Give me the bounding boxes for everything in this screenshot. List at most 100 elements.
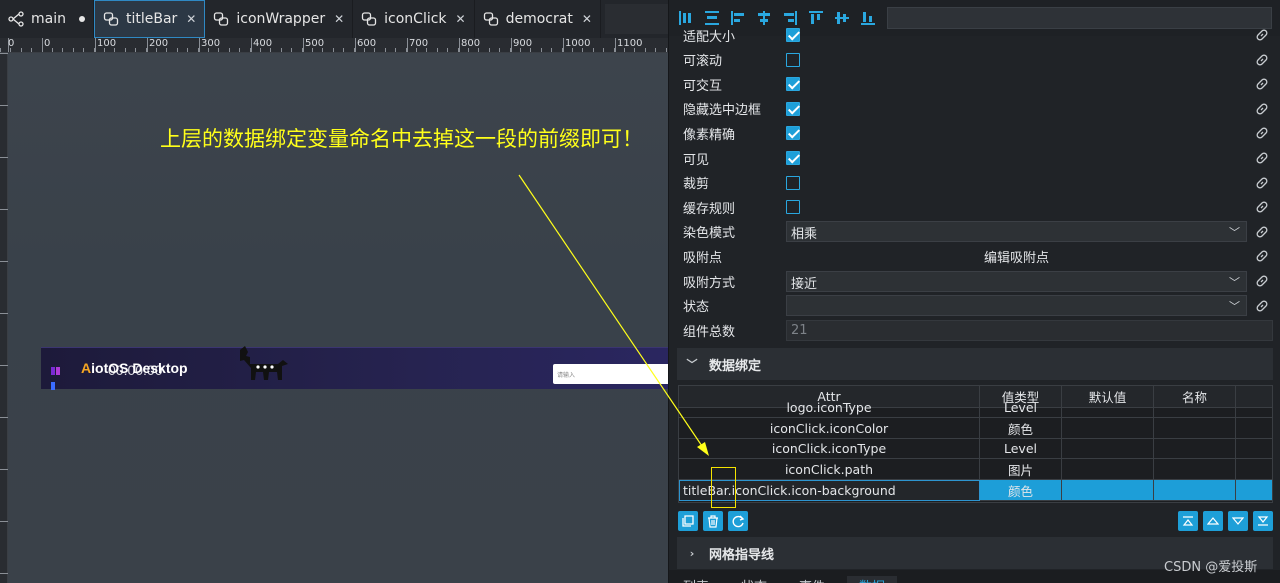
- cell-default[interactable]: [1062, 479, 1154, 501]
- link-icon[interactable]: [1255, 176, 1269, 190]
- tab-label: iconWrapper: [236, 11, 326, 27]
- ruler-tick: [0, 157, 8, 158]
- tab-main[interactable]: main: [0, 0, 94, 38]
- link-icon[interactable]: [1255, 28, 1269, 42]
- cell-default[interactable]: [1062, 397, 1154, 418]
- property-checkbox[interactable]: [786, 200, 800, 215]
- move-top-icon[interactable]: [1178, 511, 1198, 531]
- link-icon[interactable]: [1255, 299, 1269, 313]
- cell-default[interactable]: [1062, 438, 1154, 460]
- link-icon[interactable]: [1255, 225, 1269, 239]
- cell-default[interactable]: [1062, 417, 1154, 439]
- property-checkbox[interactable]: [786, 175, 800, 190]
- cell-value-type[interactable]: Level: [980, 397, 1062, 418]
- cell-name[interactable]: [1154, 417, 1236, 439]
- select-value: 接近: [791, 276, 818, 292]
- tab-label: titleBar: [125, 11, 178, 27]
- table-row[interactable]: titleBar.iconClick.icon-background 颜色: [679, 479, 1272, 501]
- move-down-icon[interactable]: [1228, 511, 1248, 531]
- tab-iconwrapper[interactable]: iconWrapper ✕: [205, 0, 354, 38]
- tab-bar-empty-area: [604, 4, 668, 34]
- property-select[interactable]: ﹀: [786, 295, 1247, 317]
- link-icon[interactable]: [1255, 151, 1269, 165]
- property-checkbox[interactable]: [786, 151, 800, 165]
- cell-default[interactable]: [1062, 459, 1154, 481]
- table-row[interactable]: iconClick.path 图片: [679, 459, 1272, 481]
- cell-value-type[interactable]: 图片: [980, 459, 1062, 481]
- data-binding-section-header[interactable]: ﹀ 数据绑定: [677, 348, 1273, 380]
- close-icon[interactable]: ✕: [334, 12, 344, 26]
- tab-status[interactable]: 状态: [741, 576, 767, 583]
- ruler-tick: [0, 261, 8, 262]
- move-bottom-icon[interactable]: [1253, 511, 1273, 531]
- property-checkbox[interactable]: [786, 101, 800, 116]
- tab-titlebar[interactable]: titleBar ✕: [93, 0, 206, 38]
- property-checkbox[interactable]: [786, 126, 800, 141]
- link-icon[interactable]: [1255, 53, 1269, 67]
- cell-attr[interactable]: iconClick.iconType: [679, 438, 980, 460]
- property-checkbox[interactable]: [786, 28, 800, 42]
- property-label: 状态: [683, 300, 710, 316]
- tab-data[interactable]: 数据: [847, 576, 898, 583]
- editor-canvas[interactable]: 上层的数据绑定变量命名中去掉这一段的前缀即可！ AiotOS Desktop 0…: [8, 53, 668, 583]
- cell-attr[interactable]: logo.iconType: [679, 397, 980, 418]
- cell-name[interactable]: [1154, 438, 1236, 460]
- property-row: 状态 ﹀: [669, 294, 1280, 318]
- trash-icon[interactable]: [703, 511, 723, 531]
- highlight-box: [711, 467, 736, 508]
- close-icon[interactable]: ✕: [582, 12, 592, 26]
- data-binding-table: Attr 值类型 默认值 名称 logo.iconType Level iconCl…: [678, 385, 1273, 503]
- link-icon[interactable]: [1255, 200, 1269, 214]
- cell-name[interactable]: [1154, 397, 1236, 418]
- link-icon[interactable]: [1255, 102, 1269, 116]
- horizontal-ruler[interactable]: 0 0 100 200 300 400 500 600 700 800 900 1000 1100: [0, 38, 668, 53]
- chevron-down-icon: ﹀: [1229, 226, 1240, 240]
- close-icon[interactable]: ✕: [186, 12, 196, 26]
- ruler-label: 200: [149, 38, 169, 49]
- chevron-down-icon: ﹀: [686, 358, 698, 371]
- link-icon[interactable]: [1255, 274, 1269, 288]
- properties-panel: 适配大小 可滚动 可交互 隐藏选中边框 像素精确 可见 裁剪 缓存规则 染色模式 相乘 ﹀ 吸附点 编辑…: [668, 0, 1280, 583]
- property-checkbox[interactable]: [786, 52, 800, 67]
- ruler-tick: [0, 209, 8, 210]
- component-icon: [103, 12, 119, 26]
- preview-search-input[interactable]: 请输入: [553, 364, 668, 384]
- tab-list[interactable]: 列表: [683, 576, 709, 583]
- tab-events[interactable]: 事件: [799, 576, 825, 583]
- property-label: 隐藏选中边框: [683, 103, 762, 119]
- cell-name[interactable]: [1154, 459, 1236, 481]
- preview-title-prefix: A: [81, 360, 92, 376]
- cell-name[interactable]: [1154, 479, 1236, 501]
- close-icon[interactable]: ✕: [456, 12, 466, 26]
- property-select[interactable]: 接近 ﹀: [786, 270, 1247, 292]
- property-row: 可见: [669, 146, 1280, 170]
- add-binding-button[interactable]: [678, 511, 698, 531]
- table-row[interactable]: iconClick.iconColor 颜色: [679, 417, 1272, 439]
- property-select[interactable]: 相乘 ﹀: [786, 221, 1247, 243]
- move-up-icon[interactable]: [1203, 511, 1223, 531]
- link-icon[interactable]: [1255, 126, 1269, 140]
- cell-value-type[interactable]: 颜色: [980, 479, 1062, 501]
- tab-iconclick[interactable]: iconClick ✕: [353, 0, 475, 38]
- tab-label: democrat: [505, 11, 573, 27]
- ruler-label: 100: [97, 38, 117, 49]
- property-checkbox[interactable]: [786, 77, 800, 92]
- property-row: 吸附点 编辑吸附点: [669, 244, 1280, 268]
- cell-value-type[interactable]: Level: [980, 438, 1062, 460]
- chevron-right-icon: ›: [689, 546, 695, 560]
- vertical-ruler[interactable]: [0, 53, 8, 583]
- cell-attr[interactable]: iconClick.iconColor: [679, 417, 980, 439]
- table-row[interactable]: iconClick.iconType Level: [679, 438, 1272, 460]
- refresh-icon[interactable]: [728, 511, 748, 531]
- link-icon[interactable]: [1255, 249, 1269, 263]
- cell-value-type[interactable]: 颜色: [980, 417, 1062, 439]
- table-row[interactable]: logo.iconType Level: [679, 397, 1272, 418]
- tab-democrat[interactable]: democrat ✕: [475, 0, 601, 38]
- democrat-donkey-icon[interactable]: [236, 344, 290, 388]
- ruler-label: 800: [461, 38, 481, 49]
- titlebar-preview[interactable]: AiotOS Desktop 00:00:00 请输入: [41, 344, 668, 390]
- ruler-label: 400: [253, 38, 273, 49]
- edit-snap-points-button[interactable]: 编辑吸附点: [786, 247, 1247, 266]
- section-title: 数据绑定: [709, 358, 762, 374]
- link-icon[interactable]: [1255, 77, 1269, 91]
